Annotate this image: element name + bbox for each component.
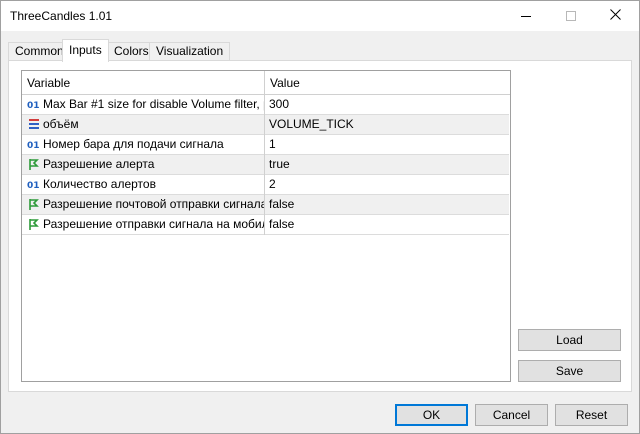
load-button[interactable]: Load bbox=[518, 329, 621, 351]
bool-icon bbox=[27, 217, 41, 231]
reset-button[interactable]: Reset bbox=[555, 404, 628, 426]
table-row[interactable]: Разрешение отправки сигнала на мобил... … bbox=[22, 215, 509, 235]
ok-button[interactable]: OK bbox=[395, 404, 468, 426]
variable-name: Разрешение отправки сигнала на мобил... bbox=[43, 217, 265, 231]
variable-name: Разрешение почтовой отправки сигнала bbox=[43, 197, 265, 211]
dialog-window: ThreeCandles 1.01 Common Inputs Colors V… bbox=[0, 0, 640, 434]
close-icon bbox=[610, 9, 621, 23]
save-button[interactable]: Save bbox=[518, 360, 621, 382]
inputs-grid: Variable Value 01 Max Bar #1 size for dis… bbox=[21, 70, 511, 382]
table-row[interactable]: 01 Количество алертов 2 bbox=[22, 175, 509, 195]
bool-icon bbox=[27, 197, 41, 211]
bool-icon bbox=[27, 157, 41, 171]
table-row[interactable]: 01 Номер бара для подачи сигнала 1 bbox=[22, 135, 509, 155]
minimize-icon bbox=[520, 15, 531, 17]
svg-text:01: 01 bbox=[27, 141, 40, 151]
int-icon: 01 bbox=[27, 137, 41, 151]
table-row[interactable]: Разрешение почтовой отправки сигнала fal… bbox=[22, 195, 509, 215]
close-button[interactable] bbox=[593, 1, 638, 31]
variable-cell: 01 Количество алертов bbox=[22, 175, 265, 195]
variable-name: Разрешение алерта bbox=[43, 157, 155, 171]
column-header-variable[interactable]: Variable bbox=[22, 71, 265, 95]
tab-inputs[interactable]: Inputs bbox=[62, 39, 109, 62]
variable-name: Max Bar #1 size for disable Volume filte… bbox=[43, 97, 265, 111]
variable-cell: объём bbox=[22, 115, 265, 135]
window-title: ThreeCandles 1.01 bbox=[10, 9, 113, 23]
enum-icon bbox=[27, 117, 41, 131]
value-cell[interactable]: false bbox=[265, 195, 509, 215]
value-cell[interactable]: false bbox=[265, 215, 509, 235]
value-cell[interactable]: true bbox=[265, 155, 509, 175]
table-row[interactable]: 01 Max Bar #1 size for disable Volume fil… bbox=[22, 95, 509, 115]
value-cell[interactable]: 2 bbox=[265, 175, 509, 195]
value-cell[interactable]: VOLUME_TICK bbox=[265, 115, 509, 135]
variable-cell: Разрешение почтовой отправки сигнала bbox=[22, 195, 265, 215]
variable-cell: 01 Номер бара для подачи сигнала bbox=[22, 135, 265, 155]
maximize-icon bbox=[565, 11, 576, 21]
variable-name: Номер бара для подачи сигнала bbox=[43, 137, 224, 151]
svg-text:01: 01 bbox=[27, 101, 40, 111]
inputs-panel: Variable Value 01 Max Bar #1 size for dis… bbox=[8, 60, 632, 392]
variable-name: Количество алертов bbox=[43, 177, 156, 191]
table-row[interactable]: объём VOLUME_TICK bbox=[22, 115, 509, 135]
cancel-button[interactable]: Cancel bbox=[475, 404, 548, 426]
tab-visualization[interactable]: Visualization bbox=[149, 42, 231, 61]
value-cell[interactable]: 300 bbox=[265, 95, 509, 115]
int-icon: 01 bbox=[27, 97, 41, 111]
variable-cell: 01 Max Bar #1 size for disable Volume fil… bbox=[22, 95, 265, 115]
title-bar[interactable]: ThreeCandles 1.01 bbox=[1, 1, 639, 31]
variable-cell: Разрешение отправки сигнала на мобил... bbox=[22, 215, 265, 235]
variable-name: объём bbox=[43, 117, 79, 131]
value-cell[interactable]: 1 bbox=[265, 135, 509, 155]
maximize-button bbox=[548, 1, 593, 31]
variable-cell: Разрешение алерта bbox=[22, 155, 265, 175]
minimize-button[interactable] bbox=[503, 1, 548, 31]
int-icon: 01 bbox=[27, 177, 41, 191]
svg-text:01: 01 bbox=[27, 181, 40, 191]
column-header-value[interactable]: Value bbox=[265, 71, 510, 95]
table-row[interactable]: Разрешение алерта true bbox=[22, 155, 509, 175]
grid-header: Variable Value bbox=[22, 71, 510, 95]
